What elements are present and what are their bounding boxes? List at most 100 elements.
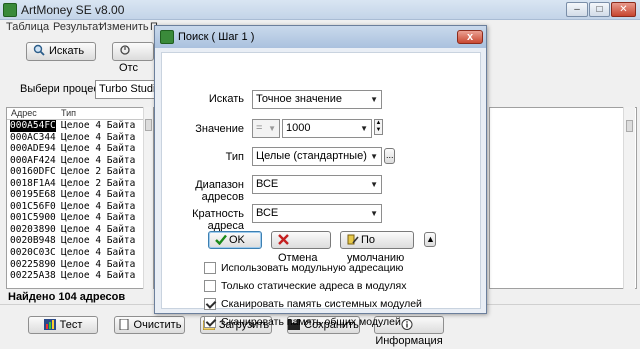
- cell-address: 000ADE94: [10, 143, 56, 155]
- cross-icon: [278, 234, 292, 250]
- ok-button[interactable]: OK: [208, 231, 262, 249]
- cell-address: 000A54FC: [10, 120, 56, 132]
- spin-down-icon[interactable]: ▼: [375, 127, 382, 134]
- cell-address: 001C56F0: [10, 200, 56, 212]
- checkbox-system-modules-label: Сканировать память системных модулей: [221, 298, 422, 310]
- alignment-value: ВСЕ: [256, 207, 279, 219]
- menu-table[interactable]: Таблица: [6, 21, 49, 33]
- app-icon: [3, 3, 17, 17]
- table-scrollbar[interactable]: [143, 107, 153, 289]
- spin-up-icon[interactable]: ▲: [375, 120, 382, 127]
- checkbox-module-addressing[interactable]: [204, 262, 216, 274]
- cell-type: Целое 4 Байта: [61, 131, 136, 143]
- cell-type: Целое 4 Байта: [61, 154, 136, 166]
- search-mode-label: Искать: [208, 93, 244, 105]
- test-button-label: Тест: [59, 319, 83, 331]
- table-row[interactable]: 00203890 Целое 4 Байта: [7, 224, 153, 236]
- search-button[interactable]: Искать: [26, 42, 96, 61]
- dialog-body: Искать Точное значение ▼ Значение = ▼ 10…: [161, 52, 481, 328]
- table-row[interactable]: 001C56F0 Целое 4 Байта: [7, 201, 153, 213]
- address-range-select[interactable]: ВСЕ ▼: [252, 175, 382, 194]
- table-row[interactable]: 000A54FC Целое 4 Байта: [7, 120, 153, 132]
- search-icon: [33, 44, 45, 56]
- filter-button-label: Отс: [119, 62, 138, 74]
- table-row[interactable]: 0020B948 Целое 4 Байта: [7, 235, 153, 247]
- checkbox-system-modules[interactable]: [204, 298, 216, 310]
- cancel-button[interactable]: Отмена: [271, 231, 331, 264]
- minimize-button[interactable]: –: [566, 2, 588, 17]
- document-icon: [118, 318, 130, 331]
- column-header-address[interactable]: Адрес: [11, 108, 37, 118]
- cell-type: Целое 4 Байта: [61, 200, 136, 212]
- cell-address: 0020C03C: [10, 247, 56, 259]
- type-value: Целые (стандартные): [256, 150, 367, 162]
- collapse-options-button[interactable]: ▲: [424, 232, 436, 247]
- table-row[interactable]: 00225890 Целое 4 Байта: [7, 259, 153, 271]
- dialog-close-button[interactable]: x: [457, 30, 483, 44]
- search-mode-select[interactable]: Точное значение ▼: [252, 90, 382, 109]
- cheat-table-panel: [489, 107, 637, 289]
- table-row[interactable]: 0020C03C Целое 4 Байта: [7, 247, 153, 259]
- value-spinner[interactable]: ▲ ▼: [374, 119, 383, 135]
- dialog-title: Поиск ( Шаг 1 ): [178, 31, 255, 43]
- filter-button[interactable]: Отс: [112, 42, 154, 74]
- cell-type: Целое 4 Байта: [61, 247, 136, 259]
- chart-icon: [43, 319, 56, 330]
- operator-value: =: [256, 122, 263, 134]
- table-row[interactable]: 000AC344 Целое 4 Байта: [7, 132, 153, 144]
- clear-button[interactable]: Очистить: [114, 316, 185, 334]
- alignment-select[interactable]: ВСЕ ▼: [252, 204, 382, 223]
- table-row[interactable]: 000ADE94 Целое 4 Байта: [7, 143, 153, 155]
- menu-edit[interactable]: Изменить: [99, 21, 149, 33]
- operator-select[interactable]: = ▼: [252, 119, 280, 138]
- value-input[interactable]: 1000 ▼: [282, 119, 372, 138]
- table-header: Адрес Тип: [7, 108, 153, 120]
- table-row[interactable]: 0018F1A4 Целое 2 Байта: [7, 178, 153, 190]
- table-row[interactable]: 00195E68 Целое 4 Байта: [7, 189, 153, 201]
- found-count: Найдено 104 адресов: [8, 291, 126, 303]
- filter-icon: [119, 44, 131, 56]
- default-button[interactable]: По умолчанию: [340, 231, 414, 264]
- chevron-down-icon: ▼: [370, 209, 378, 218]
- reset-icon: [347, 234, 361, 250]
- arrow-up-icon: ▲: [426, 234, 435, 244]
- search-mode-value: Точное значение: [256, 93, 343, 105]
- cell-address: 0018F1A4: [10, 177, 56, 189]
- cell-address: 0020B948: [10, 235, 56, 247]
- cell-type: Целое 4 Байта: [61, 120, 136, 131]
- table-row[interactable]: 000AF424 Целое 4 Байта: [7, 155, 153, 167]
- process-select[interactable]: Turbo Studio 17: [95, 80, 154, 99]
- scrollbar-thumb[interactable]: [145, 119, 152, 131]
- type-more-button[interactable]: ...: [384, 148, 395, 164]
- maximize-button[interactable]: □: [589, 2, 610, 17]
- cell-address: 00225890: [10, 258, 56, 270]
- scrollbar-thumb[interactable]: [626, 120, 633, 132]
- cell-type: Целое 4 Байта: [61, 235, 136, 247]
- cell-type: Целое 2 Байта: [61, 166, 136, 178]
- table-row[interactable]: 001C5900 Целое 4 Байта: [7, 212, 153, 224]
- table-row[interactable]: 00225A38 Целое 4 Байта: [7, 270, 153, 282]
- checkbox-static-only[interactable]: [204, 280, 216, 292]
- checkbox-shared-modules[interactable]: [204, 316, 216, 328]
- cell-type: Целое 4 Байта: [61, 212, 136, 224]
- column-header-type[interactable]: Тип: [61, 108, 76, 118]
- address-range-value: ВСЕ: [256, 178, 279, 190]
- title-bar: ArtMoney SE v8.00 – □ ✕: [0, 0, 640, 20]
- cell-address: 000AC344: [10, 131, 56, 143]
- test-button[interactable]: Тест: [28, 316, 98, 334]
- checkmark-icon: [215, 234, 229, 250]
- value-label: Значение: [195, 123, 244, 135]
- close-button[interactable]: ✕: [611, 2, 636, 17]
- address-range-label: Диапазон адресов: [195, 179, 244, 203]
- table-row[interactable]: 00160DFC Целое 2 Байта: [7, 166, 153, 178]
- dialog-title-bar: Поиск ( Шаг 1 ) x: [155, 26, 486, 48]
- clear-button-label: Очистить: [133, 319, 182, 331]
- info-icon: [401, 319, 413, 330]
- menu-result[interactable]: Результат: [53, 21, 103, 33]
- type-label: Тип: [225, 151, 244, 163]
- type-select[interactable]: Целые (стандартные) ▼: [252, 147, 382, 166]
- right-scrollbar[interactable]: [623, 107, 635, 289]
- cell-address: 00160DFC: [10, 166, 56, 178]
- cell-type: Целое 4 Байта: [61, 270, 136, 282]
- window-title: ArtMoney SE v8.00: [21, 3, 125, 17]
